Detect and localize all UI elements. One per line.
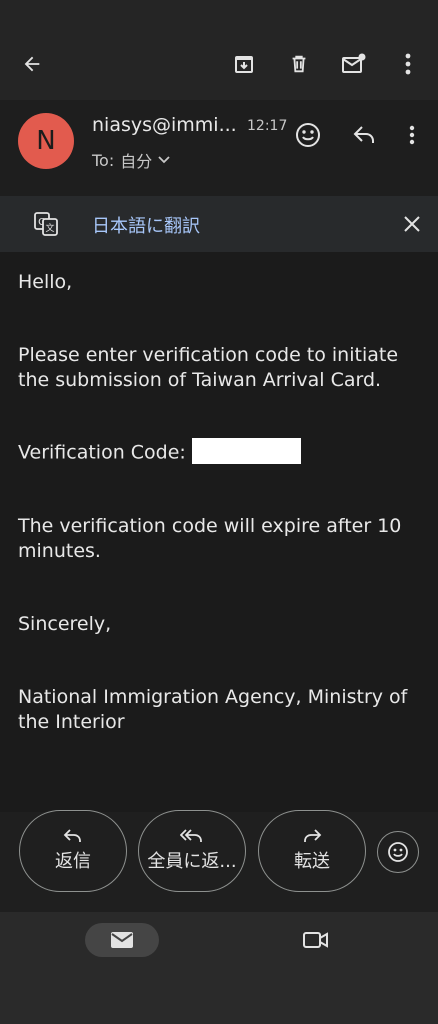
redacted-code-box: [191, 438, 301, 464]
reply-icon: [63, 829, 83, 843]
mark-unread-icon[interactable]: [336, 48, 372, 80]
archive-icon[interactable]: [226, 48, 262, 80]
reply-label: 返信: [55, 851, 91, 872]
forward-button[interactable]: 転送: [258, 810, 366, 892]
reply-all-icon: [180, 829, 204, 843]
more-vert-icon[interactable]: [394, 48, 422, 80]
reply-all-label: 全員に返...: [147, 851, 237, 872]
to-label: To:: [92, 150, 115, 170]
verification-code-line: Verification Code:: [18, 438, 423, 466]
emoji-reaction-icon[interactable]: [292, 119, 324, 151]
close-icon[interactable]: [398, 210, 426, 238]
translate-bar: [0, 196, 438, 252]
reply-button[interactable]: 返信: [19, 810, 127, 892]
delete-icon[interactable]: [281, 48, 317, 80]
avatar[interactable]: N: [18, 113, 74, 169]
message-time: 12:17: [247, 118, 288, 134]
translate-link[interactable]: 日本語に翻訳: [92, 212, 200, 238]
emoji-icon: [387, 841, 409, 863]
translate-icon: G 文: [32, 210, 60, 238]
forward-label: 転送: [294, 851, 330, 872]
mail-tab[interactable]: [85, 923, 159, 957]
meet-video-icon[interactable]: [302, 928, 330, 952]
to-value: 自分: [120, 152, 153, 171]
recipient-details[interactable]: To: 自分: [92, 148, 170, 172]
expiry-text: The verification code will expire after …: [18, 515, 402, 562]
top-app-bar: [0, 0, 438, 100]
emoji-button[interactable]: [377, 831, 419, 873]
back-arrow-icon[interactable]: [14, 48, 50, 80]
verification-code-label: Verification Code:: [18, 441, 186, 464]
reply-icon[interactable]: [348, 121, 380, 149]
instruction-text: Please enter verification code to initia…: [18, 344, 399, 391]
sender-name[interactable]: niasys@immi...: [92, 114, 237, 136]
forward-icon: [302, 829, 322, 843]
svg-text:文: 文: [45, 222, 54, 234]
greeting-text: Hello,: [18, 271, 73, 293]
mail-icon: [111, 932, 133, 948]
signature-text: National Immigration Agency, Ministry of…: [18, 686, 408, 733]
more-vert-icon[interactable]: [398, 121, 426, 149]
closing-text: Sincerely,: [18, 613, 112, 635]
chevron-down-icon: [158, 156, 170, 164]
reply-all-button[interactable]: 全員に返...: [138, 810, 246, 892]
bottom-navigation: [0, 912, 438, 1024]
